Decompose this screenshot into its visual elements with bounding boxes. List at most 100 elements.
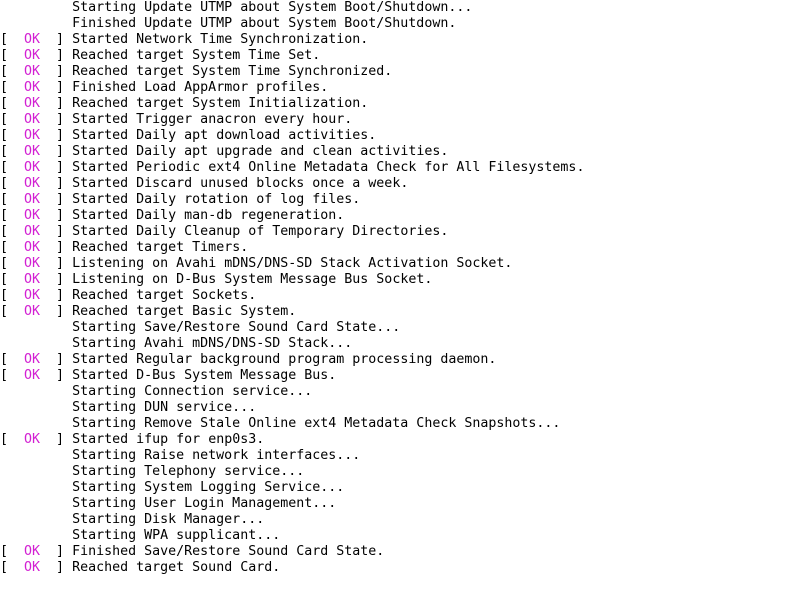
status-bracket-open: [ xyxy=(0,128,25,143)
console-verb: Starting xyxy=(72,480,137,495)
console-verb: Reached target xyxy=(72,240,185,255)
console-verb: Reached target xyxy=(72,304,185,319)
status-bracket-open: [ xyxy=(0,432,25,447)
console-message: Update UTMP about System Boot/Shutdown. xyxy=(144,16,457,31)
console-message: Raise network interfaces... xyxy=(144,448,361,463)
status-prefix xyxy=(0,480,72,495)
status-bracket-open: [ xyxy=(0,224,25,239)
status-bracket-close: ] xyxy=(40,240,73,255)
status-bracket-close: ] xyxy=(40,144,73,159)
console-line: [ OK ] Reached target Sockets. xyxy=(0,288,800,304)
status-prefix: [ OK ] xyxy=(0,64,72,79)
console-verb: Starting xyxy=(72,464,137,479)
status-bracket-close: ] xyxy=(40,288,73,303)
console-message: System Initialization. xyxy=(192,96,369,111)
status-prefix: [ OK ] xyxy=(0,144,72,159)
console-message: Daily Cleanup of Temporary Directories. xyxy=(136,224,449,239)
console-line: Starting DUN service... xyxy=(0,400,800,416)
status-ok-label: OK xyxy=(24,560,41,575)
status-prefix: [ OK ] xyxy=(0,288,72,303)
status-ok-label: OK xyxy=(24,192,41,207)
status-bracket-open: [ xyxy=(0,560,25,575)
console-message: Sound Card. xyxy=(192,560,281,575)
status-ok-label: OK xyxy=(24,32,41,47)
console-line: Starting Avahi mDNS/DNS-SD Stack... xyxy=(0,336,800,352)
boot-console: Starting Update UTMP about System Boot/S… xyxy=(0,0,800,600)
console-message: Trigger anacron every hour. xyxy=(136,112,353,127)
status-prefix: [ OK ] xyxy=(0,208,72,223)
console-verb: Starting xyxy=(72,416,137,431)
console-message: Timers. xyxy=(192,240,249,255)
status-ok-label: OK xyxy=(24,160,41,175)
console-line: [ OK ] Started Trigger anacron every hou… xyxy=(0,112,800,128)
status-bracket-close: ] xyxy=(40,32,73,47)
status-prefix: [ OK ] xyxy=(0,112,72,127)
console-line: Starting Connection service... xyxy=(0,384,800,400)
status-prefix: [ OK ] xyxy=(0,432,72,447)
console-message: Connection service... xyxy=(144,384,313,399)
status-bracket-open: [ xyxy=(0,208,25,223)
status-ok-label: OK xyxy=(24,208,41,223)
status-prefix: [ OK ] xyxy=(0,80,72,95)
status-bracket-open: [ xyxy=(0,352,25,367)
console-line: [ OK ] Started Daily apt upgrade and cle… xyxy=(0,144,800,160)
status-ok-label: OK xyxy=(24,368,41,383)
status-bracket-close: ] xyxy=(40,432,73,447)
console-message: WPA supplicant... xyxy=(144,528,281,543)
status-prefix: [ OK ] xyxy=(0,368,72,383)
status-ok-label: OK xyxy=(24,224,41,239)
console-verb: Started xyxy=(72,192,129,207)
console-line: [ OK ] Started Daily man-db regeneration… xyxy=(0,208,800,224)
console-line: Starting Remove Stale Online ext4 Metada… xyxy=(0,416,800,432)
status-bracket-close: ] xyxy=(40,368,73,383)
console-message: Periodic ext4 Online Metadata Check for … xyxy=(136,160,585,175)
status-bracket-open: [ xyxy=(0,32,25,47)
console-message: Save/Restore Sound Card State... xyxy=(144,320,401,335)
status-prefix: [ OK ] xyxy=(0,256,72,271)
console-message: ifup for enp0s3. xyxy=(136,432,265,447)
status-bracket-close: ] xyxy=(40,224,73,239)
console-verb: Starting xyxy=(72,384,137,399)
status-prefix xyxy=(0,336,72,351)
console-line: [ OK ] Reached target Basic System. xyxy=(0,304,800,320)
console-message: System Time Set. xyxy=(192,48,321,63)
status-bracket-open: [ xyxy=(0,64,25,79)
console-message: Save/Restore Sound Card State. xyxy=(144,544,385,559)
status-bracket-open: [ xyxy=(0,160,25,175)
console-message: D-Bus System Message Bus Socket. xyxy=(176,272,433,287)
status-ok-label: OK xyxy=(24,304,41,319)
console-line: [ OK ] Started D-Bus System Message Bus. xyxy=(0,368,800,384)
console-line: [ OK ] Reached target Sound Card. xyxy=(0,560,800,576)
console-verb: Reached target xyxy=(72,48,185,63)
status-prefix xyxy=(0,464,72,479)
status-bracket-close: ] xyxy=(40,272,73,287)
console-line: [ OK ] Started Daily apt download activi… xyxy=(0,128,800,144)
console-line: [ OK ] Reached target System Initializat… xyxy=(0,96,800,112)
console-verb: Finished xyxy=(72,16,137,31)
console-verb: Started xyxy=(72,112,129,127)
console-message: Daily rotation of log files. xyxy=(136,192,361,207)
console-verb: Started xyxy=(72,432,129,447)
console-line: [ OK ] Started Network Time Synchronizat… xyxy=(0,32,800,48)
console-message: Sockets. xyxy=(192,288,257,303)
console-line: [ OK ] Started ifup for enp0s3. xyxy=(0,432,800,448)
status-bracket-open: [ xyxy=(0,240,25,255)
console-message: Daily apt upgrade and clean activities. xyxy=(136,144,449,159)
status-ok-label: OK xyxy=(24,544,41,559)
console-line: Starting User Login Management... xyxy=(0,496,800,512)
console-verb: Finished xyxy=(72,544,137,559)
status-bracket-close: ] xyxy=(40,208,73,223)
status-ok-label: OK xyxy=(24,128,41,143)
status-bracket-open: [ xyxy=(0,288,25,303)
console-verb: Starting xyxy=(72,496,137,511)
console-line: [ OK ] Listening on D-Bus System Message… xyxy=(0,272,800,288)
status-bracket-close: ] xyxy=(40,256,73,271)
console-verb: Listening on xyxy=(72,272,169,287)
status-prefix: [ OK ] xyxy=(0,160,72,175)
console-verb: Listening on xyxy=(72,256,169,271)
console-line: [ OK ] Finished Load AppArmor profiles. xyxy=(0,80,800,96)
console-line: [ OK ] Started Discard unused blocks onc… xyxy=(0,176,800,192)
status-bracket-close: ] xyxy=(40,352,73,367)
status-ok-label: OK xyxy=(24,64,41,79)
status-prefix: [ OK ] xyxy=(0,32,72,47)
